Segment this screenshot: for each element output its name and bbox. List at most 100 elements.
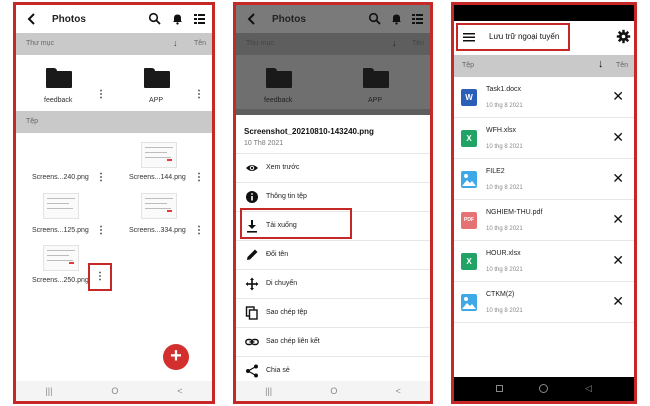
menu-item-move[interactable]: Di chuyển (236, 269, 430, 298)
back-arrow-icon[interactable] (25, 12, 39, 26)
recent-apps-button[interactable]: ||| (265, 386, 272, 396)
file-name: Screens...125.png (32, 227, 89, 234)
list-view-icon[interactable] (411, 12, 424, 25)
file-date: 10 thg 8 2021 (486, 226, 523, 232)
offline-file-row[interactable]: X HOUR.xlsx 10 thg 8 2021 ✕ (454, 242, 634, 282)
folder-name: APP (149, 97, 164, 104)
file-thumbnail[interactable] (43, 245, 79, 271)
search-icon[interactable] (368, 12, 381, 25)
top-app-bar: Photos (16, 5, 212, 33)
folder-more-icon[interactable]: ⋮ (96, 89, 106, 101)
phone-screen-file-actions: Photos Thư mục ↓ Tên feedback APP Screen… (233, 2, 433, 404)
offline-file-row[interactable]: X WFH.xlsx 10 thg 8 2021 ✕ (454, 119, 634, 159)
menu-item-label: Thông tin tệp (266, 193, 307, 200)
word-file-icon: W (461, 89, 477, 106)
menu-item-copy-link[interactable]: Sao chép liên kết (236, 327, 430, 356)
folder-icon (363, 68, 389, 88)
folder-name: feedback (44, 97, 73, 104)
file-thumbnail[interactable] (43, 193, 79, 219)
menu-item-copy-file[interactable]: Sao chép tệp (236, 298, 430, 327)
folders-header-label: Thư mục (26, 40, 55, 47)
remove-close-icon[interactable]: ✕ (612, 89, 624, 103)
recent-apps-button[interactable]: ||| (45, 386, 52, 396)
offline-file-row[interactable]: PDF NGHIEM-THU.pdf 10 thg 8 2021 ✕ (454, 201, 634, 241)
file-name: FILE2 (486, 168, 505, 175)
remove-close-icon[interactable]: ✕ (612, 212, 624, 226)
remove-close-icon[interactable]: ✕ (612, 130, 624, 144)
folder-icon[interactable] (144, 68, 170, 88)
list-view-icon[interactable] (193, 12, 206, 25)
file-more-icon[interactable]: ⋮ (194, 225, 204, 237)
share-icon (245, 364, 259, 378)
pencil-icon (245, 248, 259, 262)
back-arrow-icon[interactable] (245, 12, 259, 26)
eye-icon (245, 161, 259, 175)
phone-screen-photos-folder: Photos Thư mục ↓ Tên feedback ⋮ APP ⋮ Tệ… (13, 2, 215, 404)
file-thumbnail[interactable] (141, 142, 177, 168)
menu-item-label: Xem trước (266, 164, 300, 171)
sort-arrow-icon[interactable]: ↓ (598, 58, 604, 70)
offline-file-row[interactable]: FILE2 10 thg 8 2021 ✕ (454, 160, 634, 200)
menu-item-file-info[interactable]: Thông tin tệp (236, 182, 430, 211)
menu-item-preview[interactable]: Xem trước (236, 153, 430, 182)
home-button[interactable] (539, 384, 548, 393)
sort-label[interactable]: Tên (616, 62, 628, 69)
recent-apps-button[interactable] (496, 385, 503, 392)
sort-arrow-icon[interactable]: ↓ (392, 38, 397, 48)
remove-close-icon[interactable]: ✕ (612, 253, 624, 267)
image-file-icon (461, 294, 477, 311)
sort-arrow-icon[interactable]: ↓ (173, 38, 178, 48)
image-file-icon (461, 171, 477, 188)
bell-icon[interactable] (171, 12, 184, 25)
file-name: NGHIEM-THU.pdf (486, 209, 543, 216)
search-icon[interactable] (148, 12, 161, 25)
file-thumbnail[interactable] (141, 193, 177, 219)
home-button[interactable]: O (111, 386, 118, 396)
home-button[interactable]: O (330, 386, 337, 396)
bell-icon[interactable] (390, 12, 403, 25)
file-date: 10 thg 8 2021 (486, 103, 523, 109)
file-name: CTKM(2) (486, 291, 515, 298)
files-header-label: Tệp (462, 62, 475, 69)
page-title: Photos (272, 14, 306, 25)
back-button[interactable]: < (177, 386, 182, 396)
menu-item-label: Sao chép tệp (266, 309, 308, 316)
offline-file-row[interactable]: W Task1.docx 10 thg 8 2021 ✕ (454, 78, 634, 118)
folders-section-header: Thư mục ↓ Tên (236, 33, 430, 55)
remove-close-icon[interactable]: ✕ (612, 294, 624, 308)
move-icon (245, 277, 259, 291)
top-app-bar: Lưu trữ ngoại tuyến (454, 21, 634, 53)
sort-label[interactable]: Tên (194, 40, 206, 47)
highlight-box (240, 208, 352, 239)
file-name: Screens...240.png (32, 174, 89, 181)
system-nav-bar: ◁ (454, 377, 634, 401)
back-button[interactable]: < (396, 386, 401, 396)
remove-close-icon[interactable]: ✕ (612, 171, 624, 185)
page-title: Photos (52, 14, 86, 25)
file-more-icon[interactable]: ⋮ (96, 172, 106, 184)
files-section-header: Tệp ↓ Tên (454, 55, 634, 77)
file-more-icon[interactable]: ⋮ (194, 172, 204, 184)
file-name: HOUR.xlsx (486, 250, 521, 257)
sort-label[interactable]: Tên (412, 40, 424, 47)
file-date: 10 thg 8 2021 (486, 267, 523, 273)
file-date: 10 thg 8 2021 (486, 308, 523, 314)
file-more-icon[interactable]: ⋮ (95, 271, 105, 283)
folders-header-label: Thư mục (246, 40, 275, 47)
file-more-icon[interactable]: ⋮ (96, 225, 106, 237)
excel-file-icon: X (461, 253, 477, 270)
file-name: Screens...144.png (129, 174, 186, 181)
folder-icon[interactable] (46, 68, 72, 88)
add-button[interactable]: + (163, 344, 189, 370)
menu-item-label: Đổi tên (266, 251, 289, 258)
top-app-bar-dimmed: Photos (236, 5, 430, 33)
back-button[interactable]: ◁ (585, 383, 592, 394)
settings-gear-icon[interactable] (616, 29, 631, 44)
files-header-label: Tệp (26, 118, 39, 125)
folder-more-icon[interactable]: ⋮ (194, 89, 204, 101)
offline-file-row[interactable]: CTKM(2) 10 thg 8 2021 ✕ (454, 283, 634, 323)
folder-icon (266, 68, 292, 88)
file-name: Task1.docx (486, 86, 522, 93)
menu-item-rename[interactable]: Đổi tên (236, 240, 430, 269)
excel-file-icon: X (461, 130, 477, 147)
